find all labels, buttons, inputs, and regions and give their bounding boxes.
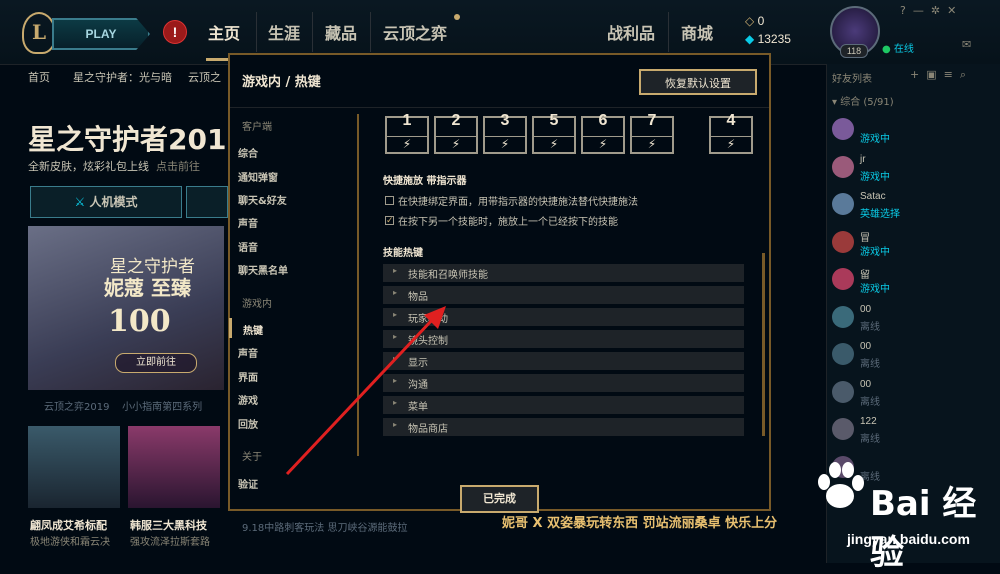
baidu-watermark-url: jingyan.baidu.com: [847, 531, 970, 547]
baidu-paw-icon: [818, 462, 864, 508]
baidu-watermark-text: Bai 经验: [870, 484, 977, 573]
